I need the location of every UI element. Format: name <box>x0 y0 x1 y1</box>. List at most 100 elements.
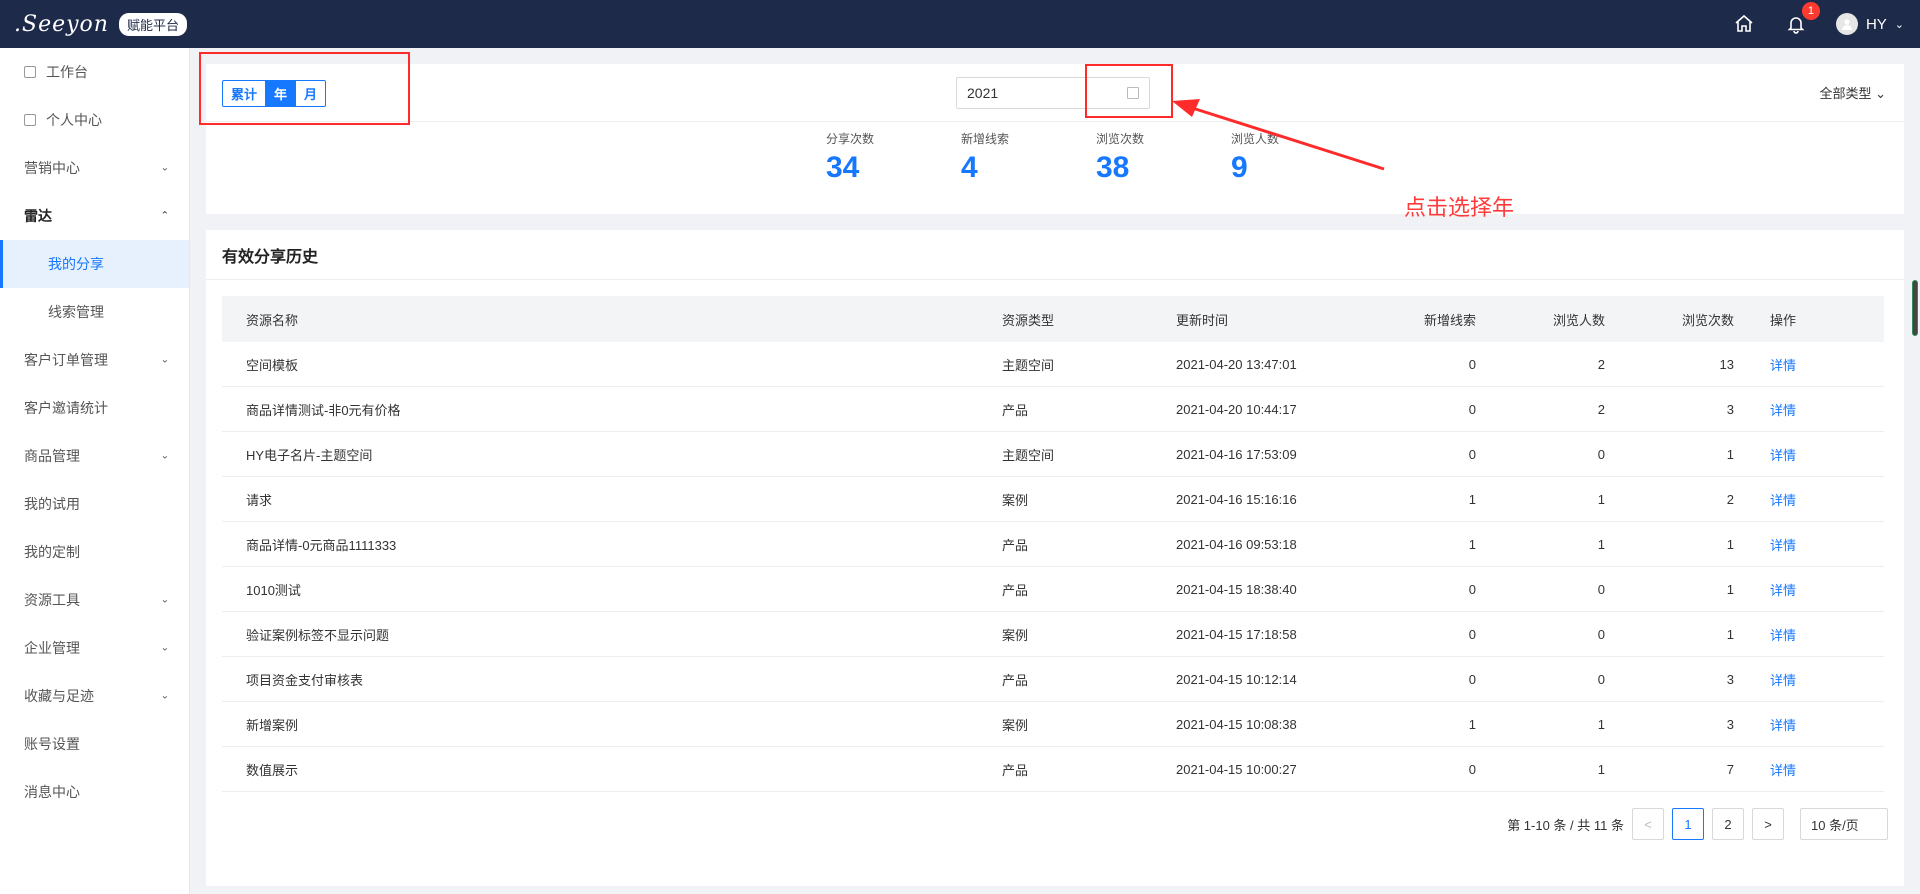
resource-name-cell: 1010测试 <box>246 582 301 598</box>
details-link-text[interactable]: 详情 <box>1770 673 1796 688</box>
resource-name-cell: 商品详情-0元商品1111333 <box>246 537 397 553</box>
details-link-text[interactable]: 详情 <box>1770 763 1796 778</box>
avatar <box>1835 13 1858 35</box>
details-link[interactable]: 详情 <box>1734 490 1834 509</box>
stat-shares: 分享次数 34 <box>826 130 961 185</box>
views-cell: 2 <box>1726 491 1734 507</box>
section-title: 有效分享历史 <box>206 230 1904 280</box>
sidebar-item-personal-center[interactable]: 个人中心 <box>0 96 189 144</box>
type-dropdown[interactable]: 全部类型 ⌄ <box>1819 83 1886 102</box>
sidebar-item-customer-orders[interactable]: 客户订单管理 ⌄ <box>0 336 189 384</box>
resource-name-cell: 项目资金支付审核表 <box>246 672 364 688</box>
views-cell: 1 <box>1726 626 1734 642</box>
new-leads-cell: 0 <box>1468 581 1476 597</box>
sidebar-item-my-customization[interactable]: 我的定制 <box>0 528 189 576</box>
table-row: 新增案例 案例 2021-04-15 10:08:38 1 1 3 详情 <box>222 702 1884 747</box>
sidebar-item-my-trials[interactable]: 我的试用 <box>0 480 189 528</box>
update-time-cell: 2021-04-16 17:53:09 <box>1176 446 1297 462</box>
table-row: 请求 案例 2021-04-16 15:16:16 1 1 2 详情 <box>222 477 1884 522</box>
details-link-text[interactable]: 详情 <box>1770 628 1796 643</box>
sidebar-item-marketing[interactable]: 营销中心 ⌄ <box>0 144 189 192</box>
chevron-down-icon: ⌄ <box>160 450 169 462</box>
next-page-button[interactable]: > <box>1752 808 1784 840</box>
share-history-card: 有效分享历史 资源名称 资源类型 更新时间 新增线索 浏览人数 浏览次数 操作 … <box>206 230 1904 886</box>
views-cell: 1 <box>1726 446 1734 462</box>
views-cell: 3 <box>1726 671 1734 687</box>
annotation-box-period <box>199 52 410 125</box>
sidebar-item-favorites-footprints[interactable]: 收藏与足迹 ⌄ <box>0 672 189 720</box>
resource-name-cell: 请求 <box>246 492 273 508</box>
resource-name-cell: 验证案例标签不显示问题 <box>246 627 390 643</box>
update-time-cell: 2021-04-16 09:53:18 <box>1176 536 1297 552</box>
brand-logo[interactable]: .Seeyon 赋能平台 <box>14 12 187 37</box>
sidebar-item-invite-stats[interactable]: 客户邀请统计 <box>0 384 189 432</box>
details-link-text[interactable]: 详情 <box>1770 358 1796 373</box>
details-link[interactable]: 详情 <box>1734 580 1834 599</box>
chevron-down-icon: ⌄ <box>160 594 169 606</box>
sidebar-item-radar[interactable]: 雷达 ⌃ <box>0 192 189 240</box>
resource-name-cell: 新增案例 <box>246 717 299 733</box>
details-link[interactable]: 详情 <box>1734 355 1834 374</box>
viewers-cell: 2 <box>1597 401 1605 417</box>
page-scrollbar[interactable] <box>1912 280 1918 336</box>
details-link-text[interactable]: 详情 <box>1770 538 1796 553</box>
resource-type-cell: 产品 <box>1002 762 1029 778</box>
viewers-cell: 1 <box>1597 761 1605 777</box>
details-link[interactable]: 详情 <box>1734 445 1834 464</box>
details-link[interactable]: 详情 <box>1734 670 1834 689</box>
viewers-cell: 0 <box>1597 671 1605 687</box>
page-button-1[interactable]: 1 <box>1672 808 1704 840</box>
update-time-cell: 2021-04-15 18:38:40 <box>1176 581 1297 597</box>
chevron-down-icon: ⌄ <box>1894 18 1904 31</box>
resource-name-cell: 空间模板 <box>246 357 299 373</box>
views-cell: 7 <box>1726 761 1734 777</box>
sidebar-item-resource-tools[interactable]: 资源工具 ⌄ <box>0 576 189 624</box>
sidebar-item-product-management[interactable]: 商品管理 ⌄ <box>0 432 189 480</box>
update-time-cell: 2021-04-20 10:44:17 <box>1176 401 1297 417</box>
table-row: 项目资金支付审核表 产品 2021-04-15 10:12:14 0 0 3 详情 <box>222 657 1884 702</box>
chevron-down-icon: ⌄ <box>160 642 169 654</box>
sidebar-item-account-settings[interactable]: 账号设置 <box>0 720 189 768</box>
sidebar-item-my-shares[interactable]: 我的分享 <box>0 240 189 288</box>
details-link[interactable]: 详情 <box>1734 400 1834 419</box>
sidebar-item-lead-management[interactable]: 线索管理 <box>0 288 189 336</box>
table-header: 资源名称 资源类型 更新时间 新增线索 浏览人数 浏览次数 操作 <box>222 296 1884 342</box>
prev-page-button[interactable]: < <box>1632 808 1664 840</box>
annotation-arrow <box>1172 99 1385 171</box>
resource-type-cell: 案例 <box>1002 717 1029 733</box>
details-link-text[interactable]: 详情 <box>1770 718 1796 733</box>
resource-name-cell: 数值展示 <box>246 762 299 778</box>
table-row: HY电子名片-主题空间 主题空间 2021-04-16 17:53:09 0 0 1 详情 <box>222 432 1884 477</box>
home-icon[interactable] <box>1732 12 1756 36</box>
table-row: 商品详情-0元商品1111333 产品 2021-04-16 09:53:18 1 1 1… <box>222 522 1884 567</box>
update-time-cell: 2021-04-15 17:18:58 <box>1176 626 1297 642</box>
table-row: 1010测试 产品 2021-04-15 18:38:40 0 0 1 详情 <box>222 567 1884 612</box>
resource-type-cell: 产品 <box>1002 537 1029 553</box>
user-name: HY <box>1865 15 1887 33</box>
details-link[interactable]: 详情 <box>1734 625 1834 644</box>
sidebar-item-message-center[interactable]: 消息中心 <box>0 768 189 816</box>
details-link[interactable]: 详情 <box>1734 760 1834 779</box>
viewers-cell: 2 <box>1597 356 1605 372</box>
sidebar-item-enterprise-management[interactable]: 企业管理 ⌄ <box>0 624 189 672</box>
details-link-text[interactable]: 详情 <box>1770 493 1796 508</box>
notification-bell-icon[interactable]: 1 <box>1784 2 1820 36</box>
details-link[interactable]: 详情 <box>1734 715 1834 734</box>
stat-label: 分享次数 <box>826 132 875 146</box>
details-link[interactable]: 详情 <box>1734 535 1834 554</box>
details-link-text[interactable]: 详情 <box>1770 583 1796 598</box>
page-button-2[interactable]: 2 <box>1712 808 1744 840</box>
logo-text: .Seeyon <box>14 11 109 37</box>
table-row: 商品详情测试-非0元有价格 产品 2021-04-20 10:44:17 0 2 3 详情 <box>222 387 1884 432</box>
sidebar-item-workbench[interactable]: 工作台 <box>0 48 189 96</box>
viewers-cell: 1 <box>1597 491 1605 507</box>
platform-badge: 赋能平台 <box>118 12 187 36</box>
resource-name-cell: HY电子名片-主题空间 <box>246 447 373 463</box>
page-size-select[interactable]: 10 条/页 <box>1800 808 1888 840</box>
table-row: 空间模板 主题空间 2021-04-20 13:47:01 0 2 13 详情 <box>222 342 1884 387</box>
details-link-text[interactable]: 详情 <box>1770 403 1796 418</box>
stat-value: 4 <box>961 151 978 184</box>
details-link-text[interactable]: 详情 <box>1770 448 1796 463</box>
new-leads-cell: 1 <box>1468 716 1476 732</box>
user-menu[interactable]: HY ⌄ <box>1835 13 1904 35</box>
